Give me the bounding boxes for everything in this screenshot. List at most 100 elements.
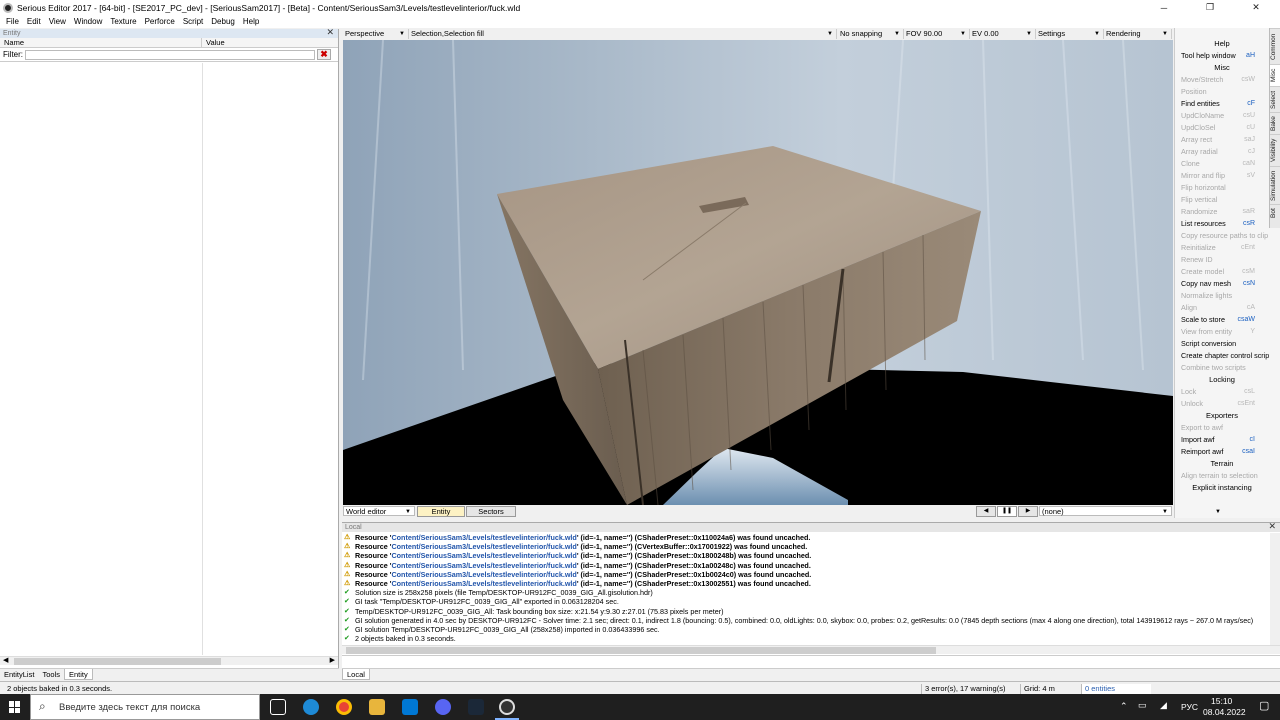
tool-item[interactable]: Move/Stretch csW xyxy=(1175,74,1269,86)
clock-date[interactable]: 08.04.2022 xyxy=(1203,707,1246,717)
tool-item[interactable]: Find entities cF xyxy=(1175,98,1269,110)
tab-local-log[interactable]: Local xyxy=(342,669,370,680)
tool-item[interactable]: Export to awf xyxy=(1175,422,1269,434)
vtab-visibility[interactable]: Visibility xyxy=(1270,134,1280,166)
tool-item[interactable]: Array rect saJ xyxy=(1175,134,1269,146)
tool-item[interactable]: Mirror and flip sV xyxy=(1175,170,1269,182)
tool-item[interactable]: List resources csR xyxy=(1175,218,1269,230)
tab-entity[interactable]: Entity xyxy=(63,669,93,680)
tool-item[interactable]: Create chapter control script xyxy=(1175,350,1269,362)
scroll-down-icon[interactable]: ▼ xyxy=(1215,509,1221,515)
edge-icon[interactable] xyxy=(303,699,319,715)
tool-item[interactable]: UpdCloSel cU xyxy=(1175,122,1269,134)
selection-dropdown[interactable]: Selection,Selection fill ▼ xyxy=(409,29,837,39)
log-vertical-scrollbar[interactable] xyxy=(1270,533,1280,645)
tab-entity-mode[interactable]: Entity xyxy=(417,506,465,517)
vtab-simulation[interactable]: Simulation xyxy=(1270,166,1280,204)
pause-button[interactable]: ❚❚ xyxy=(997,506,1017,517)
tool-item[interactable]: View from entity Y xyxy=(1175,326,1269,338)
close-button[interactable]: ✕ xyxy=(1233,0,1279,15)
tool-item[interactable]: Reimport awf csaI xyxy=(1175,446,1269,458)
windows-start-icon[interactable] xyxy=(9,701,21,713)
tool-item[interactable]: Copy nav mesh csN xyxy=(1175,278,1269,290)
log-file-link[interactable]: Content/SeriousSam3/Levels/testlevelinte… xyxy=(391,570,576,579)
log-file-link[interactable]: Content/SeriousSam3/Levels/testlevelinte… xyxy=(391,542,576,551)
menu-texture[interactable]: Texture xyxy=(110,17,136,26)
tool-item[interactable]: Clone caN xyxy=(1175,158,1269,170)
discord-icon[interactable] xyxy=(435,699,451,715)
log-file-link[interactable]: Content/SeriousSam3/Levels/testlevelinte… xyxy=(391,579,576,588)
vtab-select[interactable]: Select xyxy=(1270,86,1280,112)
chrome-icon[interactable] xyxy=(336,699,352,715)
file-explorer-icon[interactable] xyxy=(369,699,385,715)
tool-item[interactable]: UpdCloName csU xyxy=(1175,110,1269,122)
minimize-button[interactable]: ─ xyxy=(1141,0,1187,15)
scrollbar-thumb[interactable] xyxy=(346,647,936,654)
snapping-dropdown[interactable]: No snapping ▼ xyxy=(838,29,904,39)
serious-editor-taskbar-icon[interactable] xyxy=(499,699,515,715)
menu-debug[interactable]: Debug xyxy=(211,17,235,26)
tool-item[interactable]: Align cA xyxy=(1175,302,1269,314)
tool-item[interactable]: Script conversion xyxy=(1175,338,1269,350)
log-close-icon[interactable]: ✕ xyxy=(1268,522,1276,531)
menu-perforce[interactable]: Perforce xyxy=(145,17,175,26)
log-horizontal-scrollbar[interactable] xyxy=(342,645,1280,654)
tool-item[interactable]: Align terrain to selection xyxy=(1175,470,1269,482)
vtab-misc[interactable]: Misc xyxy=(1270,64,1280,86)
horizontal-scrollbar[interactable]: ◀ ▶ xyxy=(0,656,338,665)
col-value[interactable]: Value xyxy=(202,38,225,47)
tool-item[interactable]: Array radial cJ xyxy=(1175,146,1269,158)
keyboard-language[interactable]: РУС xyxy=(1181,702,1198,712)
maximize-button[interactable]: ❐ xyxy=(1187,0,1233,15)
status-errors[interactable]: 3 error(s), 17 warning(s) xyxy=(921,684,1019,694)
log-file-link[interactable]: Content/SeriousSam3/Levels/testlevelinte… xyxy=(391,561,576,570)
tool-item[interactable]: Flip horizontal xyxy=(1175,182,1269,194)
vtab-bot[interactable]: Bot xyxy=(1270,204,1280,222)
store-icon[interactable] xyxy=(402,699,418,715)
tool-item[interactable]: Lock csL xyxy=(1175,386,1269,398)
tool-item[interactable]: Tool help window aH xyxy=(1175,50,1269,62)
tool-item[interactable]: Normalize lights xyxy=(1175,290,1269,302)
menu-window[interactable]: Window xyxy=(74,17,102,26)
vtab-common[interactable]: Common xyxy=(1270,28,1280,64)
tab-entitylist[interactable]: EntityList xyxy=(0,669,38,680)
tool-item[interactable]: Copy resource paths to clip xyxy=(1175,230,1269,242)
filter-input[interactable] xyxy=(25,49,315,60)
tool-item[interactable]: Reinitialize cEnt xyxy=(1175,242,1269,254)
menu-help[interactable]: Help xyxy=(243,17,259,26)
scroll-left-icon[interactable]: ◀ xyxy=(3,656,8,664)
col-name[interactable]: Name xyxy=(0,38,202,47)
tray-volume-icon[interactable]: ◢ xyxy=(1160,700,1167,711)
log-file-link[interactable]: Content/SeriousSam3/Levels/testlevelinte… xyxy=(391,551,576,560)
log-file-link[interactable]: Content/SeriousSam3/Levels/testlevelinte… xyxy=(391,533,576,542)
steam-icon[interactable] xyxy=(468,699,484,715)
vtab-bake[interactable]: Bake xyxy=(1270,112,1280,134)
tray-network-icon[interactable]: ▭ xyxy=(1138,700,1147,711)
tool-item[interactable]: Unlock csEnt xyxy=(1175,398,1269,410)
play-forward-button[interactable]: ▶ xyxy=(1018,506,1038,517)
clear-filter-button[interactable]: ✖ xyxy=(317,49,331,60)
ev-dropdown[interactable]: EV 0.00 ▼ xyxy=(970,29,1036,39)
clock-time[interactable]: 15:10 xyxy=(1211,696,1232,706)
3d-viewport[interactable] xyxy=(343,40,1173,505)
log-input-area[interactable] xyxy=(342,655,1280,667)
track-dropdown[interactable]: (none) ▼ xyxy=(1039,506,1172,516)
menu-edit[interactable]: Edit xyxy=(27,17,41,26)
menu-file[interactable]: File xyxy=(6,17,19,26)
taskbar-search-box[interactable]: ⌕ Введите здесь текст для поиска xyxy=(30,694,260,720)
tool-item[interactable]: Import awf cI xyxy=(1175,434,1269,446)
menu-view[interactable]: View xyxy=(49,17,66,26)
scrollbar-thumb[interactable] xyxy=(14,658,221,665)
tool-item[interactable]: Position xyxy=(1175,86,1269,98)
tool-item[interactable]: Randomize saR xyxy=(1175,206,1269,218)
settings-dropdown[interactable]: Settings ▼ xyxy=(1036,29,1104,39)
tool-item[interactable]: Combine two scripts xyxy=(1175,362,1269,374)
tab-tools[interactable]: Tools xyxy=(38,669,64,680)
play-back-button[interactable]: ◀ xyxy=(976,506,996,517)
tool-item[interactable]: Create model csM xyxy=(1175,266,1269,278)
notifications-icon[interactable]: ▢ xyxy=(1259,699,1269,712)
menu-script[interactable]: Script xyxy=(183,17,203,26)
editor-mode-dropdown[interactable]: World editor ▼ xyxy=(343,506,415,516)
task-view-icon[interactable] xyxy=(270,699,286,715)
tool-item[interactable]: Scale to store csaW xyxy=(1175,314,1269,326)
